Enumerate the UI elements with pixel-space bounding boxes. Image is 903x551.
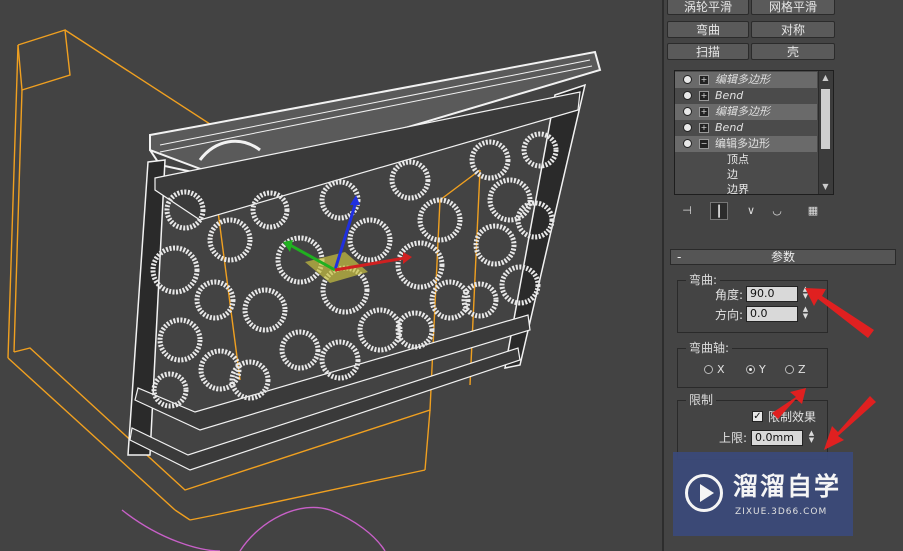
watermark-logo: 溜溜自学 ZIXUE.3D66.COM bbox=[673, 452, 853, 536]
play-logo-icon bbox=[685, 474, 723, 512]
logo-url: ZIXUE.3D66.COM bbox=[735, 507, 828, 517]
annotation-arrow bbox=[824, 396, 876, 450]
annotation-arrow bbox=[805, 288, 874, 338]
annotation-arrow bbox=[772, 388, 806, 419]
logo-name: 溜溜自学 bbox=[733, 472, 842, 501]
